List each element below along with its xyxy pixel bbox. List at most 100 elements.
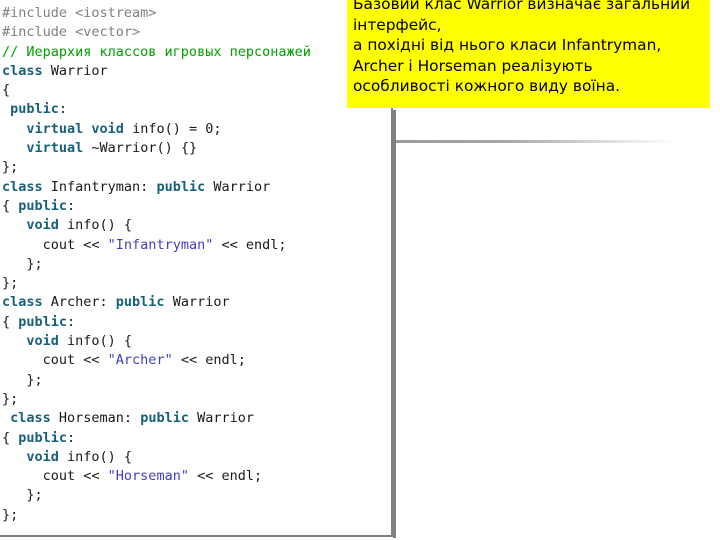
code-line: { public: [2, 197, 391, 216]
code-token-plain: }; [2, 506, 19, 523]
code-token-pre: #include <iostream> [2, 5, 157, 21]
code-token-kw: class [10, 410, 51, 427]
code-line: #include <iostream> [2, 4, 391, 23]
code-token-plain: }; [2, 255, 43, 272]
code-token-plain: Warrior [42, 62, 108, 79]
code-token-kw: public [18, 429, 68, 446]
code-token-plain: : [67, 197, 76, 214]
code-token-plain: : [67, 313, 76, 330]
code-token-kw: public [156, 178, 206, 195]
code-token-plain: info() { [58, 333, 133, 350]
code-line: }; [2, 158, 391, 177]
code-line: }; [2, 390, 391, 409]
code-line: cout << "Horseman" << endl; [2, 467, 391, 486]
code-token-plain: Infantryman: [42, 178, 157, 195]
connector-vertical-line [393, 110, 396, 538]
code-token-kw: void [26, 333, 59, 350]
code-line: }; [2, 506, 391, 525]
code-token-kw: class [2, 62, 43, 79]
code-token-plain: { [2, 313, 19, 330]
code-line: }; [2, 486, 391, 505]
code-line: class Archer: public Warrior [2, 293, 391, 312]
callout-line: а похідні від нього класи Infantryman, [353, 36, 662, 55]
code-line: cout << "Infantryman" << endl; [2, 236, 391, 255]
code-line: class Infantryman: public Warrior [2, 178, 391, 197]
code-token-plain: ~Warrior() {} [83, 140, 198, 157]
code-line: #include <vector> [2, 23, 391, 42]
code-token-plain: cout << [2, 236, 108, 253]
code-token-plain: }; [2, 159, 19, 176]
code-token-plain: }; [2, 487, 43, 504]
code-line: class Horseman: public Warrior [2, 409, 391, 428]
code-token-plain: Warrior [188, 410, 254, 427]
code-line: { [2, 81, 391, 100]
code-token-kw: public [115, 294, 165, 311]
code-listing: #include <iostream> #include <vector> // И… [2, 4, 391, 525]
code-line: }; [2, 255, 391, 274]
code-token-plain: Horseman: [50, 410, 141, 427]
callout-line: особливості кожного виду воїна. [353, 77, 621, 96]
code-line: }; [2, 371, 391, 390]
code-token-str: "Archer" [107, 352, 173, 369]
code-token-plain: }; [2, 371, 43, 388]
code-token-cmt: // Иерархия классов игровых персонажей [2, 43, 311, 60]
code-token-kw: virtual void [26, 120, 124, 137]
code-line: { public: [2, 429, 391, 448]
callout-line: Базовий клас Warrior визначає загальний [353, 0, 691, 13]
code-token-plain: info() { [58, 217, 133, 234]
code-token-plain: << endl; [188, 468, 263, 485]
callout-line: Archer і Horseman реалізують [353, 56, 593, 75]
code-line: cout << "Archer" << endl; [2, 351, 391, 370]
code-line: void info() { [2, 448, 391, 467]
connector-horizontal-line [396, 140, 676, 143]
code-token-kw: public [140, 410, 189, 427]
code-line: void info() { [2, 216, 391, 235]
code-token-str: "Horseman" [107, 468, 189, 485]
code-token-plain: { [2, 82, 11, 99]
code-line: { public: [2, 313, 391, 332]
slide-canvas: #include <iostream> #include <vector> // И… [0, 0, 720, 540]
code-token-plain: }; [2, 390, 19, 407]
code-token-plain: info() = 0; [123, 120, 222, 137]
code-line: void info() { [2, 332, 391, 351]
code-line: class Warrior [2, 62, 391, 81]
code-token-kw: void [26, 448, 59, 465]
code-line: public: [2, 100, 391, 119]
code-token-plain: Archer: [42, 294, 116, 311]
callout-note: Базовий клас Warrior визначає загальний і… [347, 0, 710, 108]
code-token-pre: #include <vector> [2, 24, 141, 41]
code-token-plain: Warrior [205, 178, 271, 195]
code-token-kw: public [10, 101, 59, 118]
code-token-kw: class [2, 178, 43, 195]
code-panel: #include <iostream> #include <vector> // И… [0, 0, 393, 537]
code-token-plain: cout << [2, 352, 108, 369]
code-token-plain: info() { [58, 448, 133, 465]
code-token-plain: cout << [2, 468, 108, 485]
code-token-plain: Warrior [164, 294, 230, 311]
code-token-kw: virtual [26, 140, 84, 157]
code-token-plain: << endl; [172, 352, 246, 369]
code-token-plain: << endl; [213, 236, 287, 253]
code-token-plain: }; [2, 275, 19, 292]
code-token-kw: public [18, 313, 68, 330]
code-token-plain: : [58, 101, 68, 118]
callout-line: інтерфейс, [353, 15, 442, 34]
code-token-str: "Infantryman" [107, 236, 214, 253]
code-token-plain: { [2, 197, 19, 214]
code-token-kw: void [26, 217, 59, 234]
code-token-plain: : [67, 429, 76, 446]
code-line: }; [2, 274, 391, 293]
code-line: virtual void info() = 0; [2, 120, 391, 139]
code-line: // Иерархия классов игровых персонажей [2, 43, 391, 62]
code-token-kw: public [18, 197, 68, 214]
code-token-plain: { [2, 429, 19, 446]
code-line: virtual ~Warrior() {} [2, 139, 391, 158]
code-token-kw: class [2, 294, 43, 311]
